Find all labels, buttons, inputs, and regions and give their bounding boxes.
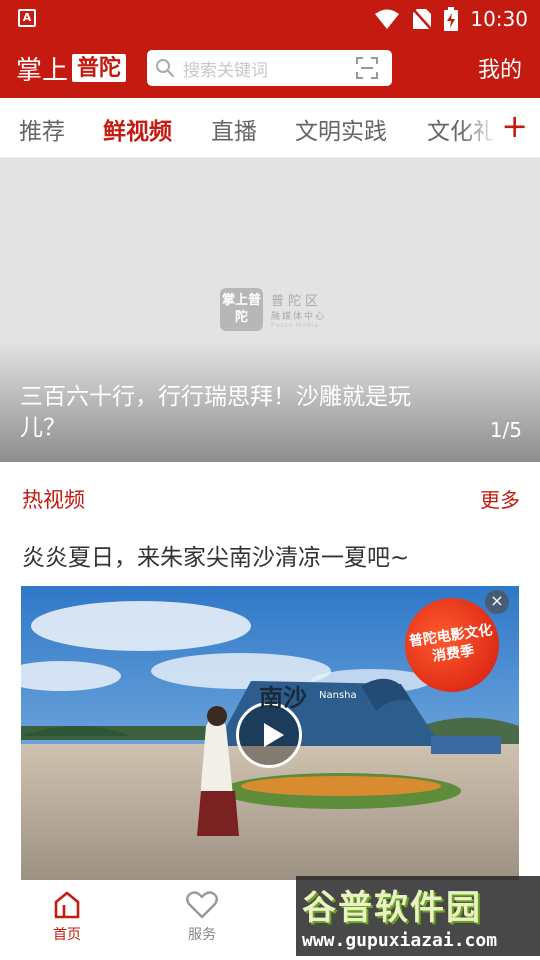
search-placeholder: 搜索关键词	[183, 60, 268, 81]
logo-text-part1: 掌上	[16, 55, 69, 86]
tab-fresh-video[interactable]: 鲜视频	[103, 112, 172, 146]
mine-link[interactable]: 我的	[478, 52, 522, 84]
sign-subtext: Nansha	[319, 690, 357, 701]
scan-icon[interactable]	[356, 57, 378, 79]
no-sim-icon	[412, 8, 433, 30]
channel-tab-bar: 推荐 鲜视频 直播 文明实践 文化礼 +	[0, 98, 540, 158]
more-link[interactable]: 更多	[480, 484, 520, 513]
logo-text-part2: 普陀	[72, 54, 127, 82]
nav-home-label: 首页	[53, 927, 81, 943]
section-title: 热视频	[22, 488, 85, 512]
tab-civilization-practice[interactable]: 文明实践	[295, 112, 387, 146]
home-icon	[54, 891, 80, 919]
app-logo: 掌上 普陀	[16, 50, 127, 86]
status-bar: A 10:30	[0, 0, 540, 38]
hot-video-section-header: 热视频 更多	[0, 462, 540, 532]
site-watermark: 谷普软件园 www.gupuxiazai.com	[296, 876, 540, 956]
wifi-icon	[375, 9, 400, 29]
app-header: 掌上 普陀 搜索关键词 我的	[0, 38, 540, 98]
tab-live[interactable]: 直播	[211, 112, 257, 146]
battery-charging-icon	[444, 7, 459, 31]
banner-page-counter: 1/5	[489, 418, 522, 442]
video-title[interactable]: 炎炎夏日，来朱家尖南沙清凉一夏吧~	[22, 538, 409, 572]
nav-home[interactable]: 首页	[27, 890, 107, 944]
notification-icon: A	[18, 9, 36, 27]
watermark-title: 谷普软件园	[302, 888, 482, 928]
status-icons: 10:30	[374, 5, 528, 33]
status-time: 10:30	[470, 7, 528, 31]
nav-service[interactable]: 服务	[162, 890, 242, 944]
placeholder-line3: Putuo Media	[271, 322, 320, 329]
sign-text: 南沙	[259, 684, 307, 712]
banner-caption[interactable]: 三百六十行，行行瑞思拜！沙雕就是玩儿？	[20, 382, 440, 444]
heart-icon	[186, 891, 218, 919]
video-card[interactable]: 普陀电影文化消费季 × 南沙 Nansha	[21, 586, 519, 880]
watermark-url: www.gupuxiazai.com	[302, 930, 498, 951]
add-channel-button[interactable]: +	[493, 106, 528, 146]
close-promo-button[interactable]: ×	[485, 590, 509, 614]
search-input[interactable]: 搜索关键词	[147, 50, 392, 86]
placeholder-line1: 普陀区	[271, 294, 323, 309]
placeholder-logo: 掌上普陀 普陀区 融媒体中心 Putuo Media	[220, 288, 326, 331]
tab-recommend[interactable]: 推荐	[19, 112, 65, 146]
placeholder-logo-box: 掌上普陀	[220, 288, 263, 331]
banner-carousel[interactable]: 掌上普陀 普陀区 融媒体中心 Putuo Media 三百六十行，行行瑞思拜！沙…	[0, 158, 540, 462]
placeholder-line2: 融媒体中心	[271, 312, 327, 322]
nav-service-label: 服务	[188, 927, 216, 943]
search-icon	[156, 59, 175, 78]
